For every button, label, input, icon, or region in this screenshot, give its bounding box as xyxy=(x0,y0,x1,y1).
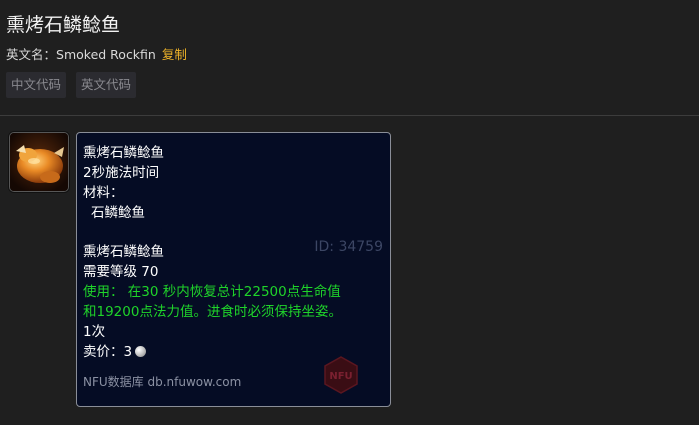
copy-link[interactable]: 复制 xyxy=(162,47,187,62)
item-name: 熏烤石鳞鲶鱼 xyxy=(83,244,164,260)
page-title: 熏烤石鳞鲶鱼 xyxy=(6,14,121,36)
sell-price-label: 卖价：3 xyxy=(83,344,133,360)
spell-name: 熏烤石鳞鲶鱼 xyxy=(83,145,164,161)
material-item[interactable]: 石鳞鲶鱼 xyxy=(91,201,145,221)
sell-price: 卖价：3 xyxy=(83,340,147,360)
charges: 1次 xyxy=(83,324,106,340)
use-effect-line-1: 使用： 在30 秒内恢复总计22500点生命值 xyxy=(83,284,341,300)
nfu-logo-text: NFU xyxy=(329,371,352,382)
nfu-logo-icon: NFU xyxy=(321,355,361,399)
use-effect-line-2: 和19200点法力值。进食时必须保持坐姿。 xyxy=(83,304,342,320)
roasted-fish-icon[interactable] xyxy=(9,132,69,192)
cast-time: 2秒施法时间 xyxy=(83,165,160,181)
english-name-label: 英文名： xyxy=(6,47,57,62)
item-id: ID: 34759 xyxy=(314,239,383,255)
materials-label: 材料： xyxy=(83,185,124,201)
silver-coin-icon xyxy=(135,346,147,357)
chinese-code-button[interactable]: 中文代码 xyxy=(6,72,67,98)
english-name-row: 英文名：Smoked Rockfin 复制 xyxy=(6,44,187,63)
required-level: 需要等级 70 xyxy=(83,264,159,280)
database-footer: NFU数据库 db.nfuwow.com xyxy=(83,375,242,389)
english-code-button[interactable]: 英文代码 xyxy=(76,72,137,98)
divider xyxy=(0,115,699,116)
item-tooltip: 熏烤石鳞鲶鱼 2秒施法时间 材料： 石鳞鲶鱼 熏烤石鳞鲶鱼 ID: 34759 … xyxy=(76,132,391,407)
english-name: Smoked Rockfin xyxy=(56,47,156,62)
